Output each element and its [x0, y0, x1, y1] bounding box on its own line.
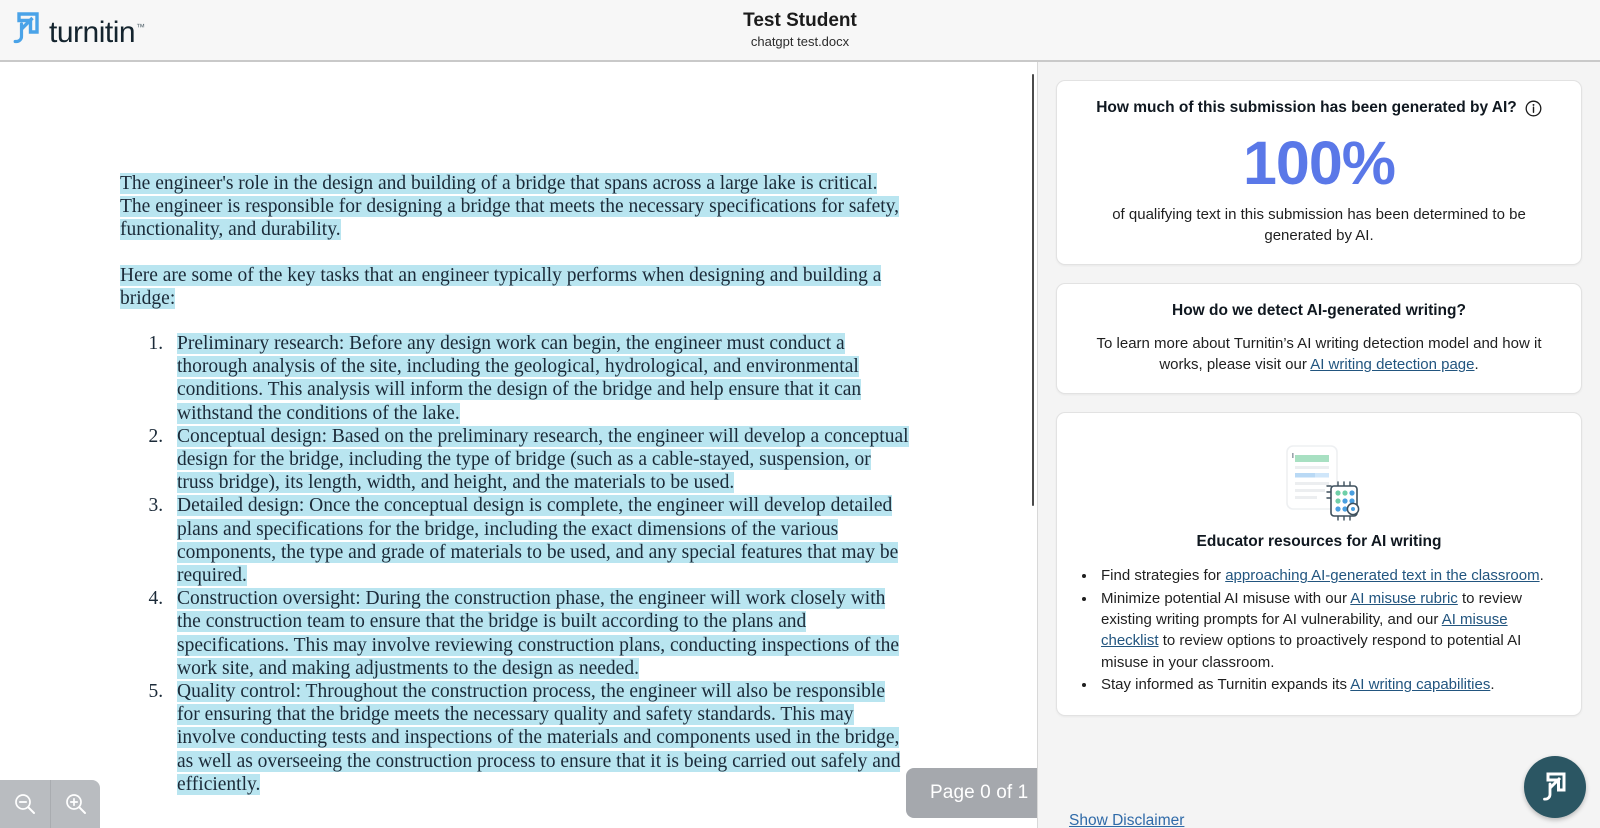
zoom-out-button[interactable]	[0, 780, 50, 828]
ai-highlight: Here are some of the key tasks that an e…	[120, 264, 882, 309]
document-scrollbar[interactable]	[1026, 62, 1037, 828]
list-item: Detailed design: Once the conceptual des…	[168, 494, 910, 587]
magnifier-plus-icon	[65, 794, 86, 814]
detection-text-after: .	[1474, 356, 1479, 374]
student-name: Test Student	[743, 10, 857, 32]
paragraph: The engineer's role in the design and bu…	[120, 172, 910, 242]
zoom-controls	[0, 780, 100, 828]
bullet-text-after: .	[1539, 567, 1544, 585]
bullet-text-before: Stay informed as Turnitin expands its	[1101, 675, 1351, 693]
list-item: Conceptual design: Based on the prelimin…	[168, 425, 910, 495]
bullet-text-after: to review options to proactively respond…	[1101, 632, 1522, 671]
bullet-text-before: Find strategies for	[1101, 567, 1226, 585]
turnitin-fab-button[interactable]	[1524, 756, 1586, 818]
score-question: How much of this submission has been gen…	[1079, 99, 1559, 117]
paragraph: Here are some of the key tasks that an e…	[120, 264, 910, 310]
detection-info-card: How do we detect AI-generated writing? T…	[1056, 283, 1582, 395]
list-item: Construction oversight: During the const…	[168, 587, 910, 680]
detection-card-title: How do we detect AI-generated writing?	[1172, 302, 1466, 320]
page-indicator: Page 0 of 1	[906, 768, 1053, 818]
task-list: Preliminary research: Before any design …	[168, 332, 910, 796]
document-ai-chip-illustration	[1286, 445, 1360, 522]
scrollbar-thumb[interactable]	[1032, 74, 1034, 506]
ai-highlight: Conceptual design: Based on the prelimin…	[177, 425, 909, 494]
document-viewer[interactable]: The engineer's role in the design and bu…	[0, 62, 1037, 828]
zoom-in-button[interactable]	[50, 780, 100, 828]
detection-card-text: To learn more about Turnitin’s AI writin…	[1079, 333, 1559, 375]
list-item: Stay informed as Turnitin expands its AI…	[1097, 674, 1559, 695]
ai-highlight: Quality control: Throughout the construc…	[177, 681, 901, 795]
list-item: Preliminary research: Before any design …	[168, 332, 910, 425]
turnitin-logo: turnitin ™	[12, 12, 146, 49]
ai-highlight: The engineer's role in the design and bu…	[120, 173, 900, 241]
document-page: The engineer's role in the design and bu…	[0, 62, 1030, 796]
turnitin-mark-icon	[1543, 772, 1566, 800]
ai-score-description: of qualifying text in this submission ha…	[1112, 206, 1526, 244]
show-disclaimer-link[interactable]: Show Disclaimer	[1069, 812, 1184, 828]
info-circle-icon[interactable]	[1525, 100, 1542, 117]
file-name: chatgpt test.docx	[750, 33, 850, 49]
list-item: Find strategies for approaching AI-gener…	[1097, 565, 1559, 586]
logo-wordmark: turnitin	[49, 16, 136, 49]
ai-highlight: Detailed design: Once the conceptual des…	[177, 495, 899, 587]
ai-score-card: How much of this submission has been gen…	[1056, 80, 1582, 266]
approaching-ai-text-classroom-link[interactable]: approaching AI-generated text in the cla…	[1225, 567, 1539, 584]
resources-title: Educator resources for AI writing	[1196, 533, 1442, 551]
ai-highlight: Construction oversight: During the const…	[177, 588, 900, 679]
resources-illustration	[1079, 443, 1559, 523]
ai-report-sidebar: How much of this submission has been gen…	[1037, 62, 1600, 828]
ai-writing-detection-page-link[interactable]: AI writing detection page	[1310, 356, 1474, 373]
bullet-text-after: .	[1490, 675, 1495, 693]
magnifier-minus-icon	[15, 794, 35, 814]
bullet-text-before: Minimize potential AI misuse with our	[1101, 589, 1351, 607]
logo-trademark: ™	[136, 22, 146, 32]
resources-list: Find strategies for approaching AI-gener…	[1097, 565, 1559, 695]
submission-info: Test Student chatgpt test.docx	[743, 9, 857, 49]
document-text: The engineer's role in the design and bu…	[120, 172, 910, 796]
score-question-label: How much of this submission has been gen…	[1096, 99, 1517, 116]
educator-resources-card: Educator resources for AI writing Find s…	[1056, 412, 1582, 717]
ai-writing-capabilities-link[interactable]: AI writing capabilities	[1350, 676, 1490, 693]
turnitin-mark-icon	[13, 12, 39, 44]
ai-score-value: 100%	[1242, 129, 1396, 197]
ai-highlight: Preliminary research: Before any design …	[177, 333, 862, 424]
ai-misuse-rubric-link[interactable]: AI misuse rubric	[1350, 590, 1458, 607]
list-item: Minimize potential AI misuse with our AI…	[1097, 588, 1559, 673]
list-item: Quality control: Throughout the construc…	[168, 680, 910, 796]
turnitin-ai-report-view: turnitin ™ Test Student chatgpt test.doc…	[0, 0, 1600, 828]
app-header: turnitin ™ Test Student chatgpt test.doc…	[0, 0, 1600, 62]
